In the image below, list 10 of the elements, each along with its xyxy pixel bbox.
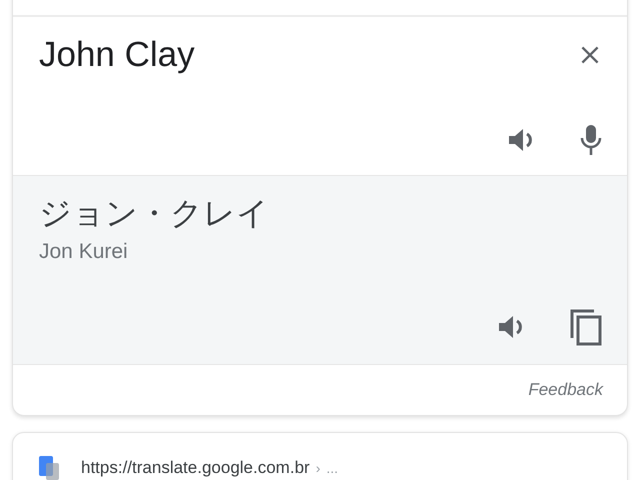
- breadcrumb-path: ...: [326, 460, 338, 476]
- copy-icon[interactable]: [569, 308, 603, 346]
- translation-text: ジョン・クレイ: [39, 194, 270, 233]
- translate-logo-icon: [37, 455, 61, 480]
- microphone-icon[interactable]: [579, 123, 603, 157]
- source-text[interactable]: John Clay: [39, 35, 195, 75]
- romanization-text: Jon Kurei: [39, 240, 129, 264]
- breadcrumb-separator: ›: [316, 460, 320, 476]
- result-url[interactable]: https://translate.google.com.br: [81, 458, 310, 478]
- feedback-link[interactable]: Feedback: [528, 380, 603, 400]
